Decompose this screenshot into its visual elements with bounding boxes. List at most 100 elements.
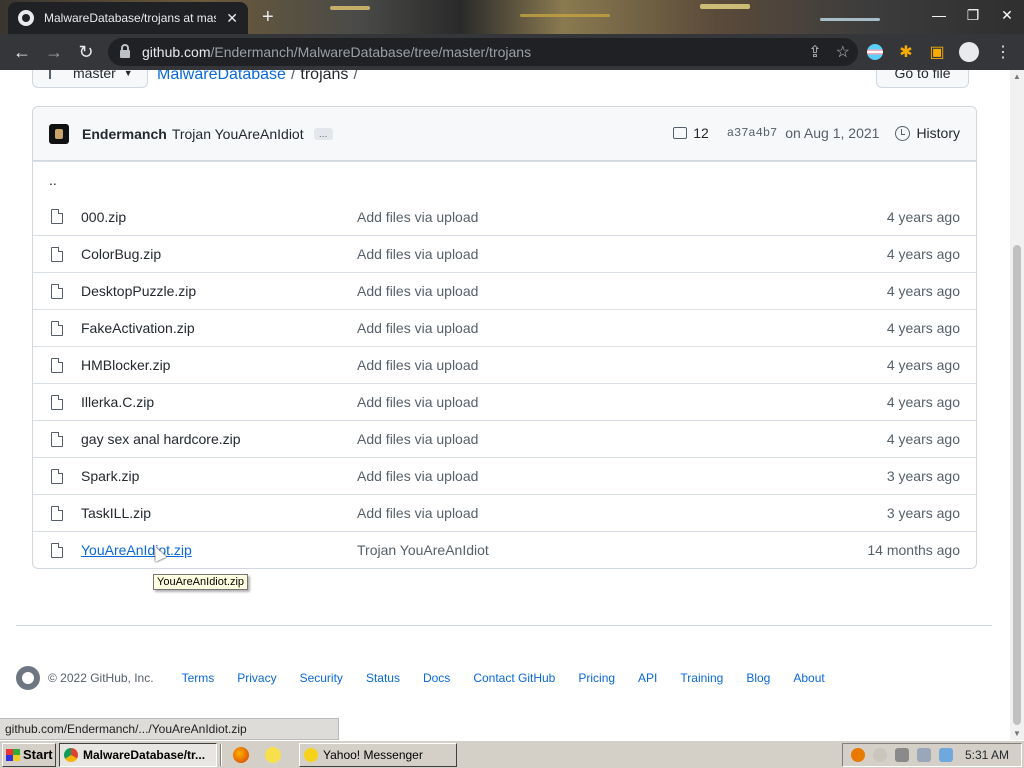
history-clock-icon <box>895 125 911 141</box>
file-name-link[interactable]: TaskILL.zip <box>81 505 151 521</box>
breadcrumb-separator-trailing: / <box>353 70 358 83</box>
browser-toolbar: ← → ↻ github.com/Endermanch/MalwareDatab… <box>0 34 1024 70</box>
footer-link-contact[interactable]: Contact GitHub <box>473 671 555 685</box>
file-name-link[interactable]: gay sex anal hardcore.zip <box>81 431 241 447</box>
author-avatar[interactable] <box>49 123 69 144</box>
file-row[interactable]: TaskILL.zip Add files via upload 3 years a… <box>33 494 976 531</box>
browser-menu-icon[interactable]: ⋮ <box>990 39 1016 65</box>
taskbar-item-chrome[interactable]: MalwareDatabase/tr... <box>59 742 217 767</box>
footer-link-blog[interactable]: Blog <box>746 671 770 685</box>
file-name-link[interactable]: HMBlocker.zip <box>81 357 170 373</box>
file-icon <box>51 358 63 373</box>
commit-author[interactable]: Endermanch <box>82 126 167 142</box>
sidebar-panel-icon[interactable]: ▣ <box>924 39 950 65</box>
file-row[interactable]: Illerka.C.zip Add files via upload 4 years… <box>33 383 976 420</box>
extensions-puzzle-icon[interactable]: ✱ <box>893 39 919 65</box>
minimize-button[interactable]: — <box>922 0 956 30</box>
chrome-icon <box>64 747 78 762</box>
start-button[interactable]: Start <box>2 742 56 767</box>
commit-sha[interactable]: a37a4b7 <box>727 126 777 140</box>
scroll-up-icon[interactable]: ▲ <box>1013 72 1021 81</box>
page-scrollbar[interactable]: ▲ ▼ <box>1010 70 1024 740</box>
commit-message[interactable]: Trojan YouAreAnIdiot <box>172 126 304 142</box>
bookmark-star-icon[interactable]: ☆ <box>836 42 850 62</box>
history-link[interactable]: History <box>895 125 960 141</box>
breadcrumb-repo-link[interactable]: MalwareDatabase <box>157 70 286 83</box>
github-page: master ▼ MalwareDatabase / trojans / Go to … <box>0 70 1010 718</box>
network-icon[interactable] <box>895 748 909 762</box>
back-arrow-icon[interactable]: ← <box>8 38 36 66</box>
file-row[interactable]: ColorBug.zip Add files via upload 4 years … <box>33 235 976 272</box>
git-branch-icon <box>49 70 59 79</box>
file-age: 4 years ago <box>886 320 960 336</box>
file-row[interactable]: DesktopPuzzle.zip Add files via upload 4 y… <box>33 272 976 309</box>
file-name-link[interactable]: FakeActivation.zip <box>81 320 195 336</box>
file-commit-message[interactable]: Add files via upload <box>357 320 478 336</box>
search-tray-icon[interactable] <box>851 748 865 762</box>
volume-icon[interactable] <box>917 748 931 762</box>
file-commit-message[interactable]: Add files via upload <box>357 505 478 521</box>
file-name-link[interactable]: Illerka.C.zip <box>81 394 154 410</box>
tray-icon-2[interactable] <box>939 748 953 762</box>
maximize-button[interactable]: ❐ <box>956 0 990 30</box>
file-name-link[interactable]: ColorBug.zip <box>81 246 161 262</box>
new-tab-button[interactable]: + <box>262 6 274 29</box>
scroll-down-icon[interactable]: ▼ <box>1013 729 1021 738</box>
file-row[interactable]: gay sex anal hardcore.zip Add files via u… <box>33 420 976 457</box>
tray-icon[interactable] <box>873 748 887 762</box>
parent-directory-link[interactable]: .. <box>49 172 57 188</box>
address-url[interactable]: github.com/Endermanch/MalwareDatabase/tr… <box>142 44 531 60</box>
file-commit-message[interactable]: Add files via upload <box>357 468 478 484</box>
go-to-file-button[interactable]: Go to file <box>876 70 969 88</box>
close-window-button[interactable]: ✕ <box>990 0 1024 30</box>
breadcrumb-folder: trojans <box>300 70 349 83</box>
footer-link-api[interactable]: API <box>638 671 657 685</box>
commit-expand-button[interactable]: … <box>313 127 333 140</box>
footer-link-status[interactable]: Status <box>366 671 400 685</box>
comment-count[interactable]: 12 <box>693 125 709 141</box>
parent-directory-row[interactable]: .. <box>33 161 976 198</box>
firefox-quicklaunch-icon[interactable] <box>233 746 249 763</box>
file-row[interactable]: FakeActivation.zip Add files via upload 4 … <box>33 309 976 346</box>
file-name-link[interactable]: Spark.zip <box>81 468 139 484</box>
profile-avatar-icon[interactable] <box>956 39 982 65</box>
footer-link-pricing[interactable]: Pricing <box>578 671 615 685</box>
start-label: Start <box>23 747 53 762</box>
share-icon[interactable]: ⇪ <box>808 42 821 62</box>
file-icon <box>51 247 63 262</box>
file-commit-message[interactable]: Add files via upload <box>357 246 478 262</box>
file-name-link[interactable]: DesktopPuzzle.zip <box>81 283 196 299</box>
browser-tab-active[interactable]: MalwareDatabase/trojans at master ✕ <box>8 2 248 34</box>
file-name-link[interactable]: 000.zip <box>81 209 126 225</box>
file-name-link[interactable]: YouAreAnIdiot.zip <box>81 542 192 558</box>
file-row[interactable]: Spark.zip Add files via upload 3 years ago <box>33 457 976 494</box>
reload-icon[interactable]: ↻ <box>72 38 100 66</box>
file-commit-message[interactable]: Add files via upload <box>357 283 478 299</box>
file-row[interactable]: YouAreAnIdiot.zip Trojan YouAreAnIdiot 14 … <box>33 531 976 568</box>
footer-link-terms[interactable]: Terms <box>182 671 215 685</box>
file-row[interactable]: 000.zip Add files via upload 4 years ago <box>33 198 976 235</box>
footer-link-training[interactable]: Training <box>680 671 723 685</box>
file-commit-message[interactable]: Add files via upload <box>357 431 478 447</box>
taskbar-item-yahoo-messenger[interactable]: Yahoo! Messenger <box>299 742 457 767</box>
file-icon <box>51 209 63 224</box>
github-favicon-icon <box>18 10 34 26</box>
messenger-quicklaunch-icon[interactable] <box>265 746 281 763</box>
github-logo-icon[interactable] <box>16 666 40 690</box>
tab-close-icon[interactable]: ✕ <box>226 10 238 27</box>
file-commit-message[interactable]: Add files via upload <box>357 209 478 225</box>
footer-link-about[interactable]: About <box>793 671 824 685</box>
footer-link-docs[interactable]: Docs <box>423 671 450 685</box>
file-row[interactable]: HMBlocker.zip Add files via upload 4 years… <box>33 346 976 383</box>
forward-arrow-icon[interactable]: → <box>40 38 68 66</box>
file-commit-message[interactable]: Add files via upload <box>357 394 478 410</box>
file-commit-message[interactable]: Add files via upload <box>357 357 478 373</box>
scrollbar-thumb[interactable] <box>1013 245 1021 725</box>
footer-link-privacy[interactable]: Privacy <box>237 671 276 685</box>
footer-link-security[interactable]: Security <box>300 671 343 685</box>
file-commit-message[interactable]: Trojan YouAreAnIdiot <box>357 542 489 558</box>
branch-selector-button[interactable]: master ▼ <box>32 70 148 88</box>
flag-extension-icon[interactable] <box>862 39 888 65</box>
taskbar-clock[interactable]: 5:31 AM <box>965 748 1009 762</box>
address-bar[interactable]: github.com/Endermanch/MalwareDatabase/tr… <box>108 38 858 66</box>
